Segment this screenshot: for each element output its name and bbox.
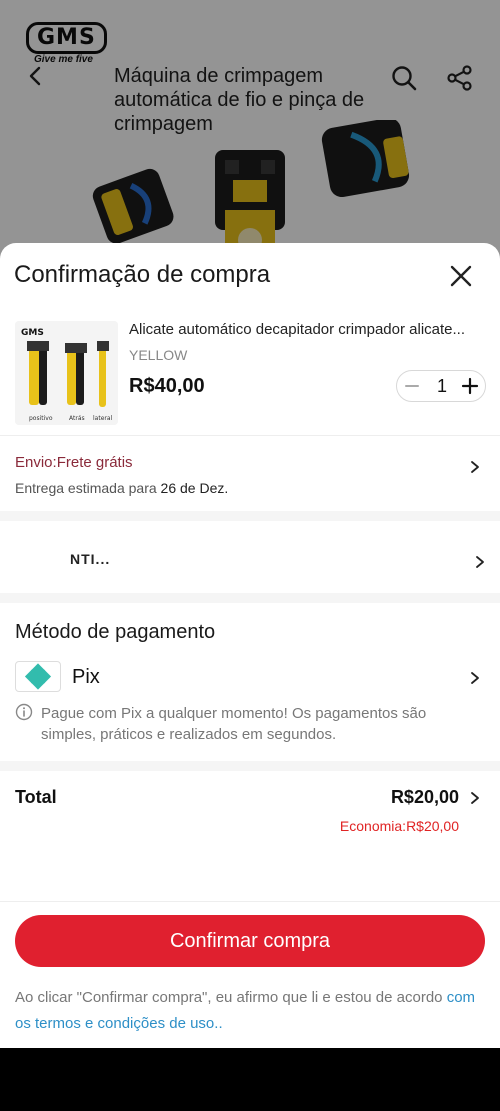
pix-icon: [24, 663, 52, 690]
product-thumbnail: GMS positivo Atrás lateral: [15, 321, 118, 425]
chevron-right-icon: [471, 461, 479, 473]
thumb-label-front: positivo: [29, 415, 53, 422]
quantity-value: 1: [436, 376, 447, 396]
payment-section: Método de pagamento Pix Pague com Pix a …: [0, 603, 500, 763]
product-item: GMS positivo Atrás lateral Alicate autom…: [15, 321, 486, 425]
product-name: Alicate automático decapitador crimpador…: [129, 321, 466, 338]
delivery-estimate-date: 26 de Dez.: [160, 480, 229, 496]
plus-icon[interactable]: [461, 377, 479, 395]
purchase-confirmation-sheet: Confirmação de compra GMS positivo Atrás…: [0, 243, 500, 1048]
thumb-logo-text: GMS: [21, 328, 44, 338]
confirm-purchase-button[interactable]: Confirmar compra: [15, 915, 485, 967]
payment-method-pix[interactable]: Pix: [0, 659, 500, 699]
savings-text: Economia:R$20,00: [339, 818, 459, 834]
order-summary: Total R$20,00 Economia:R$20,00: [0, 771, 500, 901]
chevron-right-icon: [476, 556, 484, 568]
delivery-estimate: Entrega estimada para 26 de Dez.: [15, 480, 228, 496]
delivery-estimate-prefix: Entrega estimada para: [15, 480, 157, 496]
total-value[interactable]: R$20,00: [391, 787, 459, 808]
address-row[interactable]: NTI...: [0, 521, 500, 603]
shipping-label: Envio:Frete grátis: [15, 454, 133, 471]
info-icon: [15, 703, 33, 721]
address-text: NTI...: [70, 551, 111, 567]
product-variant: YELLOW: [129, 347, 188, 363]
thumb-label-side: lateral: [93, 415, 113, 422]
shipping-row[interactable]: Envio:Frete grátis Entrega estimada para…: [0, 436, 500, 508]
payment-title: Método de pagamento: [15, 621, 216, 643]
sheet-title: Confirmação de compra: [14, 261, 271, 288]
quantity-stepper: 1: [396, 370, 486, 402]
minus-icon[interactable]: [403, 377, 421, 395]
payment-method-name: Pix: [72, 666, 100, 688]
section-separator: [0, 761, 500, 771]
total-label: Total: [15, 787, 57, 807]
product-price: R$40,00: [129, 375, 205, 397]
pix-logo: [15, 661, 61, 692]
terms-text: Ao clicar "Confirmar compra", eu afirmo …: [15, 989, 443, 1006]
system-navigation-bar: [0, 1048, 500, 1111]
section-separator: [0, 511, 500, 521]
chevron-right-icon[interactable]: [468, 791, 482, 805]
terms-notice: Ao clicar "Confirmar compra", eu afirmo …: [15, 985, 485, 1037]
chevron-right-icon: [471, 672, 479, 684]
divider: [0, 901, 500, 902]
payment-info-text: Pague com Pix a qualquer momento! Os pag…: [41, 705, 427, 743]
close-icon[interactable]: [448, 263, 474, 289]
section-separator: [0, 593, 500, 603]
thumb-label-back: Atrás: [69, 415, 85, 422]
